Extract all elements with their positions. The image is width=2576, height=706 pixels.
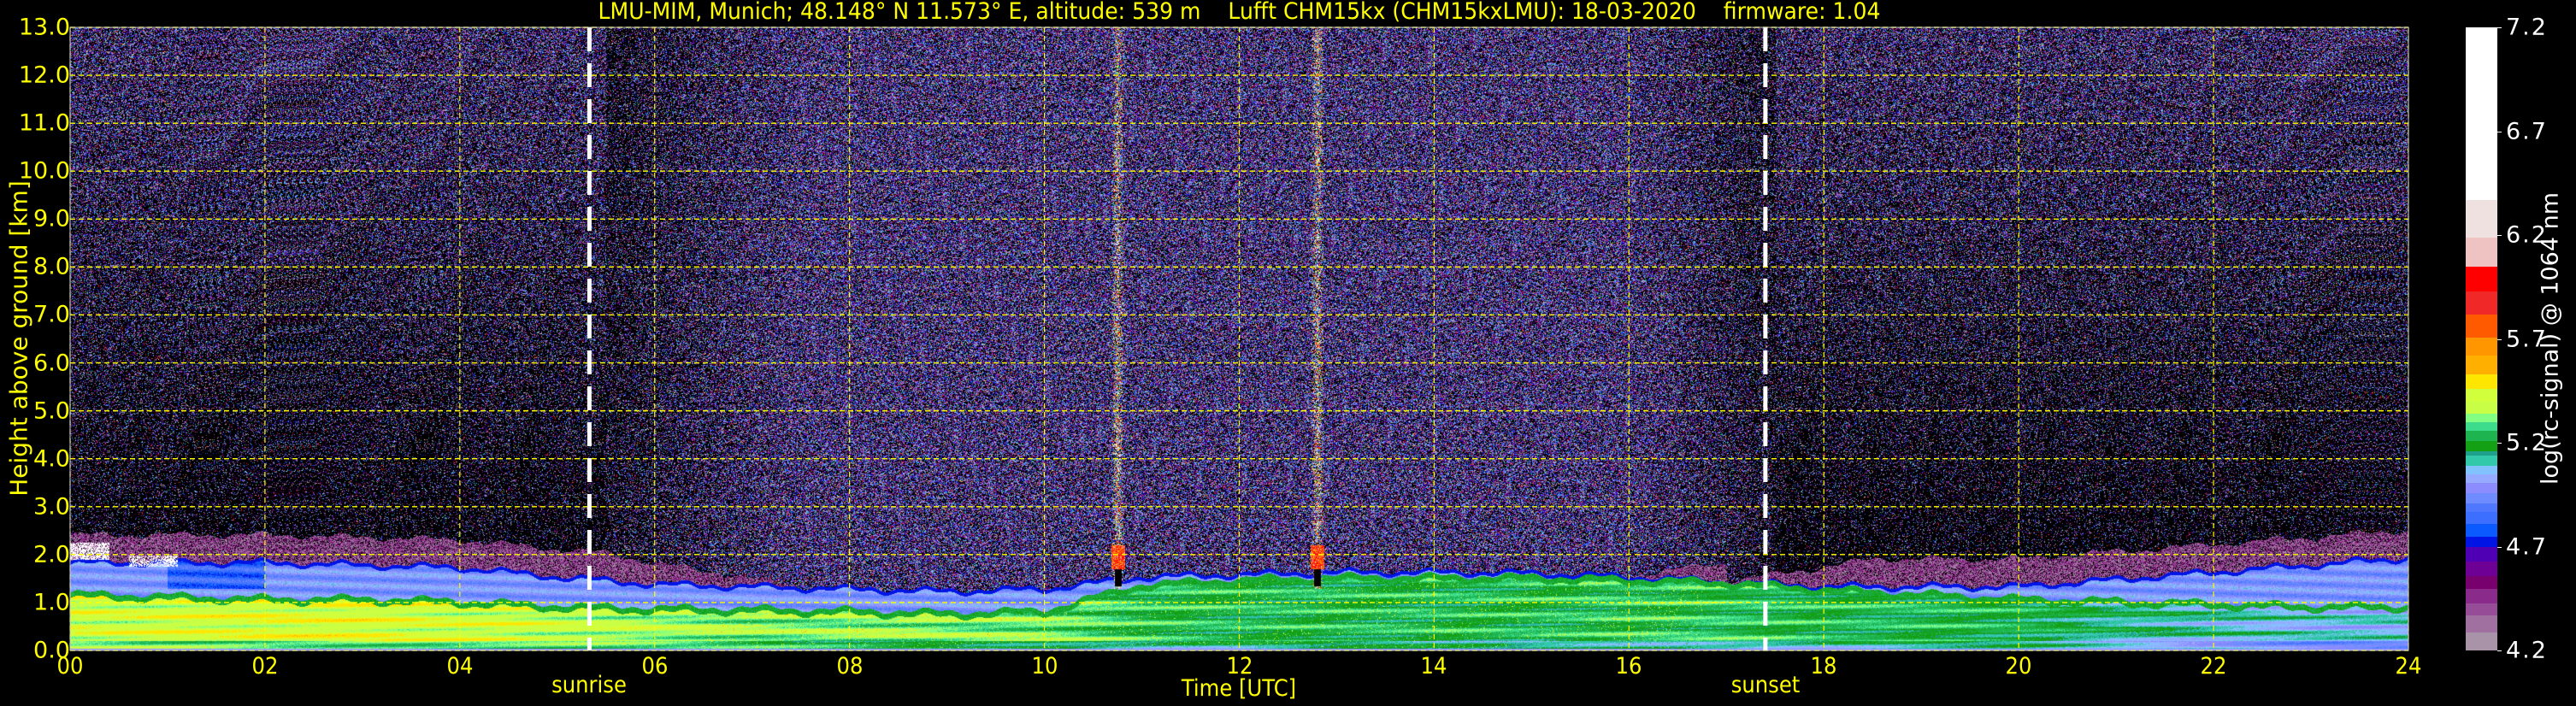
colorbar-bin — [2466, 615, 2497, 632]
colorbar-tick-mark — [2497, 338, 2502, 340]
colorbar-bin — [2466, 536, 2497, 547]
plot-area — [69, 26, 2409, 651]
x-tick-label: 14 — [1420, 653, 1447, 680]
y-tick-label: 13.0 — [18, 14, 70, 41]
y-tick-label: 8.0 — [33, 253, 70, 280]
x-tick-label: 06 — [641, 653, 669, 680]
colorbar-bin — [2466, 503, 2497, 512]
colorbar-bin — [2466, 511, 2497, 525]
y-tick-label: 1.0 — [33, 589, 70, 616]
colorbar-tick-mark — [2497, 27, 2502, 28]
colorbar-bin — [2466, 337, 2497, 356]
colorbar-bin — [2466, 588, 2497, 603]
colorbar-bin — [2466, 388, 2497, 402]
y-tick-label: 10.0 — [18, 157, 70, 185]
colorbar-bin — [2466, 492, 2497, 503]
colorbar — [2466, 27, 2497, 651]
y-tick-label: 0.0 — [33, 637, 70, 664]
colorbar-bin — [2466, 291, 2497, 315]
colorbar-bin — [2466, 440, 2497, 452]
colorbar-bin — [2466, 430, 2497, 442]
x-axis-label: Time [UTC] — [1181, 675, 1297, 702]
x-tick-label: 04 — [446, 653, 474, 680]
colorbar-bin — [2466, 523, 2497, 537]
colorbar-tick-mark — [2497, 443, 2502, 444]
colorbar-bin — [2466, 450, 2497, 456]
colorbar-bin — [2466, 355, 2497, 375]
x-tick-label: 18 — [1810, 653, 1837, 680]
colorbar-bin — [2466, 546, 2497, 562]
y-tick-label: 12.0 — [18, 62, 70, 89]
colorbar-tick-label: 4.2 — [2506, 637, 2548, 664]
y-tick-label: 3.0 — [33, 493, 70, 521]
x-tick-label: 08 — [836, 653, 864, 680]
colorbar-bin — [2466, 575, 2497, 589]
colorbar-bin — [2466, 199, 2497, 238]
colorbar-bin — [2466, 266, 2497, 292]
colorbar-tick-mark — [2497, 546, 2502, 548]
colorbar-bin — [2466, 374, 2497, 390]
x-tick-label: 10 — [1031, 653, 1058, 680]
x-tick-label: 24 — [2395, 653, 2422, 680]
chart-title: LMU-MIM, Munich; 48.148° N 11.573° E, al… — [598, 0, 1881, 25]
sunrise-label: sunrise — [551, 672, 628, 698]
colorbar-bin — [2466, 561, 2497, 576]
colorbar-bin — [2466, 465, 2497, 474]
y-tick-label: 4.0 — [33, 445, 70, 473]
colorbar-tick-mark — [2497, 235, 2502, 236]
x-tick-label: 20 — [2005, 653, 2032, 680]
y-tick-label: 6.0 — [33, 350, 70, 377]
colorbar-bin — [2466, 237, 2497, 267]
colorbar-tick-label: 6.7 — [2506, 118, 2548, 144]
colorbar-bin — [2466, 314, 2497, 338]
y-tick-label: 7.0 — [33, 301, 70, 328]
colorbar-bin — [2466, 482, 2497, 493]
y-tick-label: 2.0 — [33, 541, 70, 568]
colorbar-bin — [2466, 401, 2497, 415]
colorbar-label: log(rc-signal) @ 1064 nm — [2537, 191, 2564, 485]
x-tick-label: 16 — [1615, 653, 1642, 680]
sunset-label: sunset — [1730, 672, 1801, 698]
colorbar-tick-label: 7.2 — [2506, 14, 2548, 41]
colorbar-bin — [2466, 632, 2497, 651]
colorbar-bin — [2466, 413, 2497, 423]
colorbar-bin — [2466, 474, 2497, 483]
colorbar-tick-label: 4.7 — [2506, 533, 2548, 560]
x-tick-label: 22 — [2200, 653, 2227, 680]
plot-overlay — [69, 26, 2409, 651]
colorbar-bin — [2466, 27, 2497, 201]
y-tick-label: 9.0 — [33, 205, 70, 232]
y-tick-label: 5.0 — [33, 397, 70, 425]
x-tick-label: 02 — [251, 653, 279, 680]
colorbar-tick-mark — [2497, 650, 2502, 651]
colorbar-bin — [2466, 603, 2497, 616]
y-axis-label: Height above ground [km] — [4, 180, 33, 497]
colorbar-bin — [2466, 455, 2497, 467]
y-tick-label: 11.0 — [18, 109, 70, 137]
colorbar-bin — [2466, 421, 2497, 431]
